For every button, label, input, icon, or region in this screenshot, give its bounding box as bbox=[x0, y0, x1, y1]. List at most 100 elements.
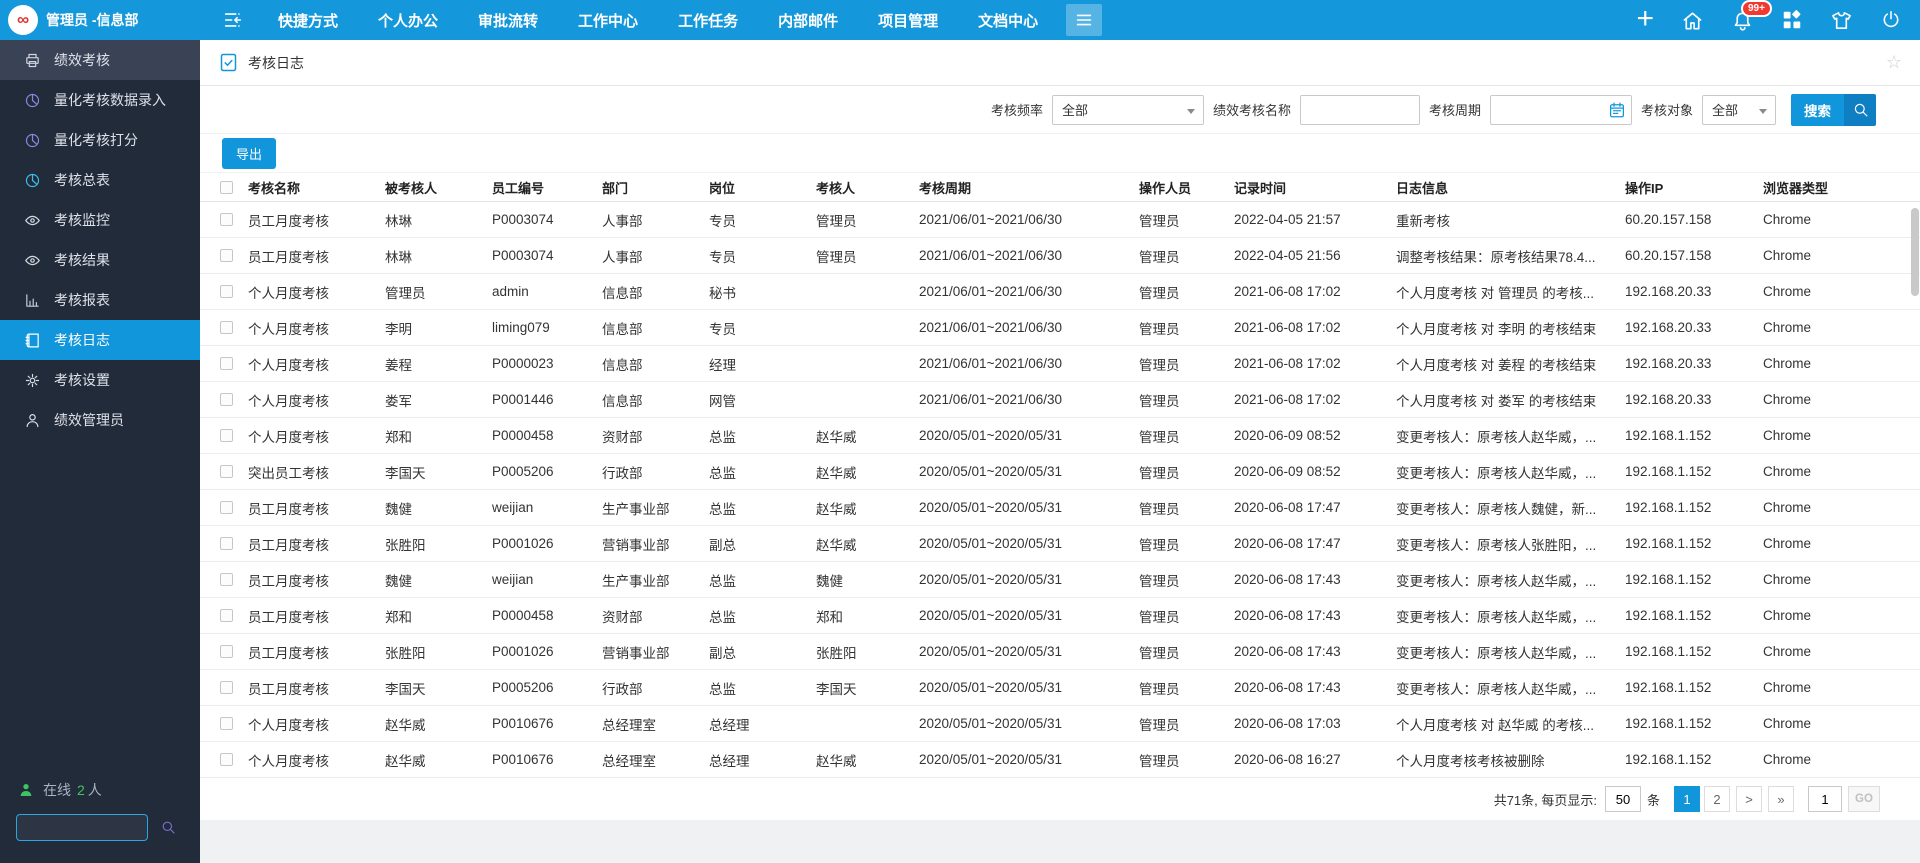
theme-shirt-icon[interactable] bbox=[1830, 9, 1853, 32]
cell-assessor: 张胜阳 bbox=[816, 642, 919, 662]
sidebar-item[interactable]: 考核总表 bbox=[0, 160, 200, 200]
nav-item-6[interactable]: 内部邮件 bbox=[778, 10, 838, 31]
sidebar-item[interactable]: 考核报表 bbox=[0, 280, 200, 320]
cell-operator: 管理员 bbox=[1139, 210, 1234, 230]
cell-browser: Chrome bbox=[1763, 680, 1920, 695]
table-row: 员工月度考核李国天P0005206行政部总监李国天2020/05/01~2020… bbox=[200, 670, 1920, 706]
cell-ip: 192.168.1.152 bbox=[1625, 500, 1763, 515]
row-checkbox[interactable] bbox=[220, 681, 233, 694]
row-checkbox[interactable] bbox=[220, 357, 233, 370]
row-checkbox[interactable] bbox=[220, 573, 233, 586]
page-size-input[interactable] bbox=[1605, 786, 1641, 812]
online-count: 2 bbox=[77, 782, 85, 798]
brand-area: ∞ 管理员 -信息部 bbox=[0, 5, 200, 35]
sidebar-item[interactable]: 量化考核数据录入 bbox=[0, 80, 200, 120]
header-cell: 记录时间 bbox=[1234, 178, 1396, 197]
logout-power-icon[interactable] bbox=[1880, 9, 1902, 31]
cell-operator: 管理员 bbox=[1139, 642, 1234, 662]
cell-assessor: 郑和 bbox=[816, 606, 919, 626]
page-button-1[interactable]: 1 bbox=[1674, 786, 1700, 812]
apps-grid-icon[interactable] bbox=[1781, 9, 1803, 31]
select-all-checkbox[interactable] bbox=[220, 181, 233, 194]
nav-item-3[interactable]: 审批流转 bbox=[478, 10, 538, 31]
cell-browser: Chrome bbox=[1763, 464, 1920, 479]
cell-name: 突出员工考核 bbox=[248, 462, 385, 482]
nav-item-8[interactable]: 文档中心 bbox=[978, 10, 1038, 31]
target-select[interactable]: 全部 bbox=[1702, 95, 1776, 125]
target-label: 考核对象 bbox=[1641, 100, 1693, 119]
cell-post: 专员 bbox=[709, 210, 816, 230]
eye-icon bbox=[24, 252, 41, 269]
favorite-star-icon[interactable]: ☆ bbox=[1886, 52, 1902, 73]
cell-operator: 管理员 bbox=[1139, 714, 1234, 734]
table-row: 个人月度考核李明liming079信息部专员2021/06/01~2021/06… bbox=[200, 310, 1920, 346]
row-checkbox[interactable] bbox=[220, 321, 233, 334]
online-status: 在线 2 人 bbox=[0, 780, 200, 812]
page-doc-icon bbox=[218, 52, 239, 73]
row-checkbox[interactable] bbox=[220, 753, 233, 766]
nav-item-7[interactable]: 项目管理 bbox=[878, 10, 938, 31]
table-row: 个人月度考核赵华威P0010676总经理室总经理赵华威2020/05/01~20… bbox=[200, 742, 1920, 778]
sidebar-item[interactable]: 考核监控 bbox=[0, 200, 200, 240]
home-icon[interactable] bbox=[1681, 9, 1704, 32]
cell-assessor: 赵华威 bbox=[816, 750, 919, 770]
sidebar-item[interactable]: 考核设置 bbox=[0, 360, 200, 400]
row-checkbox[interactable] bbox=[220, 213, 233, 226]
footer-area bbox=[200, 820, 1920, 863]
cell-dept: 资财部 bbox=[602, 426, 709, 446]
sidebar-collapse-icon[interactable] bbox=[222, 9, 244, 31]
page-button-2[interactable]: 2 bbox=[1704, 786, 1730, 812]
sidebar-item-label: 考核结果 bbox=[54, 250, 110, 270]
go-button[interactable]: GO bbox=[1848, 786, 1880, 812]
book-icon bbox=[24, 332, 41, 349]
export-button[interactable]: 导出 bbox=[222, 138, 276, 169]
sidebar-search-icon[interactable] bbox=[160, 819, 176, 835]
notifications-bell-icon[interactable]: 99+ bbox=[1731, 9, 1754, 32]
cell-dept: 总经理室 bbox=[602, 714, 709, 734]
row-checkbox[interactable] bbox=[220, 717, 233, 730]
cell-log: 变更考核人：原考核人赵华威，... bbox=[1396, 606, 1625, 626]
add-icon[interactable]: + bbox=[1636, 4, 1654, 34]
header-cell: 员工编号 bbox=[492, 178, 602, 197]
nav-item-2[interactable]: 个人办公 bbox=[378, 10, 438, 31]
calendar-icon[interactable] bbox=[1608, 101, 1626, 119]
table-row: 员工月度考核林琳P0003074人事部专员管理员2021/06/01~2021/… bbox=[200, 238, 1920, 274]
next-page-button[interactable]: > bbox=[1736, 786, 1762, 812]
row-checkbox[interactable] bbox=[220, 249, 233, 262]
row-checkbox[interactable] bbox=[220, 537, 233, 550]
row-checkbox[interactable] bbox=[220, 645, 233, 658]
cell-browser: Chrome bbox=[1763, 320, 1920, 335]
last-page-button[interactable]: » bbox=[1768, 786, 1794, 812]
cell-name: 员工月度考核 bbox=[248, 498, 385, 518]
cell-log: 变更考核人：原考核人赵华威，... bbox=[1396, 570, 1625, 590]
cell-ip: 192.168.1.152 bbox=[1625, 644, 1763, 659]
table-row: 个人月度考核姜程P0000023信息部经理2021/06/01~2021/06/… bbox=[200, 346, 1920, 382]
row-checkbox[interactable] bbox=[220, 501, 233, 514]
nav-item-4[interactable]: 工作中心 bbox=[578, 10, 638, 31]
cell-dept: 信息部 bbox=[602, 390, 709, 410]
search-button[interactable]: 搜索 bbox=[1791, 94, 1876, 126]
row-checkbox[interactable] bbox=[220, 465, 233, 478]
sidebar-item[interactable]: 量化考核打分 bbox=[0, 120, 200, 160]
row-checkbox[interactable] bbox=[220, 285, 233, 298]
goto-page-input[interactable] bbox=[1808, 786, 1842, 812]
row-checkbox[interactable] bbox=[220, 393, 233, 406]
sidebar-item-label: 考核报表 bbox=[54, 290, 110, 310]
sidebar-item[interactable]: 考核日志 bbox=[0, 320, 200, 360]
cell-log: 变更考核人：原考核人魏健，新... bbox=[1396, 498, 1625, 518]
freq-select[interactable]: 全部 bbox=[1052, 95, 1204, 125]
vertical-scrollbar-thumb[interactable] bbox=[1911, 208, 1919, 296]
sidebar-search-input[interactable] bbox=[16, 814, 148, 841]
sidebar-item[interactable]: 绩效考核 bbox=[0, 40, 200, 80]
row-checkbox[interactable] bbox=[220, 429, 233, 442]
cell-log: 重新考核 bbox=[1396, 210, 1625, 230]
assessment-name-input[interactable] bbox=[1300, 95, 1420, 125]
nav-item-1[interactable]: 快捷方式 bbox=[278, 10, 338, 31]
sidebar-item[interactable]: 绩效管理员 bbox=[0, 400, 200, 440]
nav-item-5[interactable]: 工作任务 bbox=[678, 10, 738, 31]
sidebar-item[interactable]: 考核结果 bbox=[0, 240, 200, 280]
nav-more-button[interactable] bbox=[1066, 4, 1102, 36]
cell-dept: 行政部 bbox=[602, 462, 709, 482]
row-checkbox[interactable] bbox=[220, 609, 233, 622]
cell-name: 个人月度考核 bbox=[248, 318, 385, 338]
